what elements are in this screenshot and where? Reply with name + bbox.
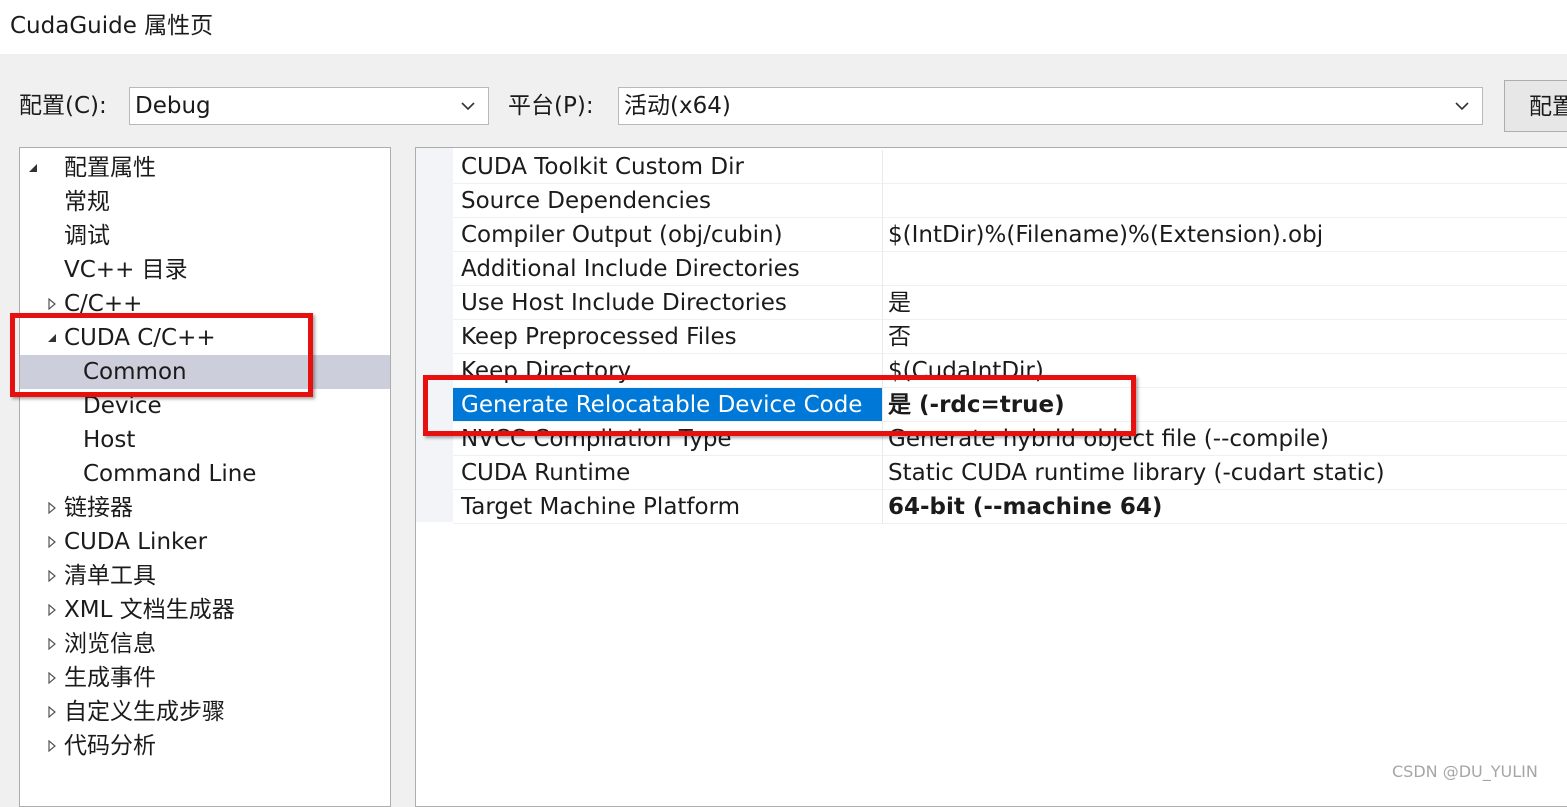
config-manager-button[interactable]: 配置管理器(O)... bbox=[1504, 80, 1567, 132]
tree-item-label: Command Line bbox=[83, 461, 257, 487]
property-name[interactable]: Generate Relocatable Device Code bbox=[453, 388, 883, 422]
tree-item-label: VC++ 目录 bbox=[64, 257, 188, 283]
tree-item-label: 调试 bbox=[64, 223, 110, 249]
property-name[interactable]: Compiler Output (obj/cubin) bbox=[453, 218, 883, 252]
tree-item[interactable]: 清单工具 bbox=[20, 559, 390, 593]
tree-item[interactable]: VC++ 目录 bbox=[20, 253, 390, 287]
window-title: CudaGuide 属性页 bbox=[10, 13, 214, 39]
tree-item-label: 浏览信息 bbox=[64, 631, 156, 657]
property-value[interactable]: 否 bbox=[883, 320, 1567, 354]
platform-dropdown[interactable]: 活动(x64) bbox=[618, 87, 1483, 125]
property-row[interactable]: Source Dependencies bbox=[453, 184, 1567, 218]
chevron-down-icon bbox=[1455, 102, 1469, 111]
property-name[interactable]: Use Host Include Directories bbox=[453, 286, 883, 320]
platform-value: 活动(x64) bbox=[624, 93, 731, 119]
collapsed-arrow-icon[interactable] bbox=[46, 536, 58, 548]
property-value[interactable] bbox=[883, 252, 1567, 286]
property-value[interactable]: Generate hybrid object file (--compile) bbox=[883, 422, 1567, 456]
property-name[interactable]: NVCC Compilation Type bbox=[453, 422, 883, 456]
tree-item-label: Common bbox=[83, 359, 187, 385]
property-value[interactable]: 是 (-rdc=true) bbox=[883, 388, 1567, 422]
tree-item-label: Device bbox=[83, 393, 162, 419]
property-value[interactable]: $(CudaIntDir) bbox=[883, 354, 1567, 388]
tree-item-label: 常规 bbox=[64, 189, 110, 215]
property-name[interactable]: Additional Include Directories bbox=[453, 252, 883, 286]
property-tree: 配置属性常规调试 VC++ 目录 C/C++ CUDA C/C++ Common Devi… bbox=[19, 147, 391, 807]
tree-item-label: Host bbox=[83, 427, 136, 453]
property-row[interactable]: Generate Relocatable Device Code 是 (-rdc=… bbox=[453, 388, 1567, 422]
property-name[interactable]: Source Dependencies bbox=[453, 184, 883, 218]
tree-item-label: 生成事件 bbox=[64, 665, 156, 691]
property-name[interactable]: Target Machine Platform bbox=[453, 490, 883, 524]
collapsed-arrow-icon[interactable] bbox=[46, 570, 58, 582]
tree-item-label: 清单工具 bbox=[64, 563, 156, 589]
tree-item-label: 配置属性 bbox=[64, 155, 156, 181]
tree-item[interactable]: CUDA Linker bbox=[20, 525, 390, 559]
property-name[interactable]: CUDA Runtime bbox=[453, 456, 883, 490]
tree-item[interactable]: 链接器 bbox=[20, 491, 390, 525]
property-name[interactable]: CUDA Toolkit Custom Dir bbox=[453, 150, 883, 184]
collapsed-arrow-icon[interactable] bbox=[46, 298, 58, 310]
grid-gutter bbox=[416, 148, 453, 522]
chevron-down-icon bbox=[461, 102, 475, 111]
property-row[interactable]: CUDA Runtime Static CUDA runtime library … bbox=[453, 456, 1567, 490]
expanded-arrow-icon[interactable] bbox=[27, 162, 39, 174]
property-value[interactable]: $(IntDir)%(Filename)%(Extension).obj bbox=[883, 218, 1567, 252]
tree-item[interactable]: XML 文档生成器 bbox=[20, 593, 390, 627]
title-bar: CudaGuide 属性页 bbox=[0, 0, 1567, 54]
tree-item-label: XML 文档生成器 bbox=[64, 597, 235, 623]
tree-item[interactable]: 配置属性 bbox=[20, 151, 390, 185]
tree-item-label: 代码分析 bbox=[64, 733, 156, 759]
collapsed-arrow-icon[interactable] bbox=[46, 502, 58, 514]
tree-item[interactable]: 常规 bbox=[20, 185, 390, 219]
property-row[interactable]: Compiler Output (obj/cubin) $(IntDir)%(Fi… bbox=[453, 218, 1567, 252]
config-value: Debug bbox=[135, 93, 211, 119]
collapsed-arrow-icon[interactable] bbox=[46, 638, 58, 650]
expanded-arrow-icon[interactable] bbox=[46, 332, 58, 344]
tree-item[interactable]: 自定义生成步骤 bbox=[20, 695, 390, 729]
config-label: 配置(C): bbox=[19, 93, 107, 119]
watermark: CSDN @DU_YULIN bbox=[1392, 762, 1538, 781]
property-value[interactable] bbox=[883, 150, 1567, 184]
property-grid: CUDA Toolkit Custom Dir Source Dependenci… bbox=[415, 147, 1567, 807]
property-name[interactable]: Keep Directory bbox=[453, 354, 883, 388]
tree-item-label: C/C++ bbox=[64, 291, 143, 317]
tree-item[interactable]: 调试 bbox=[20, 219, 390, 253]
tree-item[interactable]: Device bbox=[20, 389, 390, 423]
property-row[interactable]: Use Host Include Directories 是 bbox=[453, 286, 1567, 320]
tree-item-label: 链接器 bbox=[64, 495, 133, 521]
property-value[interactable] bbox=[883, 184, 1567, 218]
property-value[interactable]: 64-bit (--machine 64) bbox=[883, 490, 1567, 524]
config-manager-label: 配置管理器(O)... bbox=[1529, 94, 1567, 120]
platform-label: 平台(P): bbox=[508, 93, 594, 119]
tree-item[interactable]: CUDA C/C++ bbox=[20, 321, 390, 355]
tree-item[interactable]: Command Line bbox=[20, 457, 390, 491]
property-row[interactable]: Keep Preprocessed Files 否 bbox=[453, 320, 1567, 354]
tree-item[interactable]: Common bbox=[20, 355, 390, 389]
tree-item[interactable]: 浏览信息 bbox=[20, 627, 390, 661]
tree-item-label: CUDA C/C++ bbox=[64, 325, 216, 351]
tree-item-label: CUDA Linker bbox=[64, 529, 208, 555]
tree-item[interactable]: 代码分析 bbox=[20, 729, 390, 763]
property-name[interactable]: Keep Preprocessed Files bbox=[453, 320, 883, 354]
tree-item-label: 自定义生成步骤 bbox=[64, 699, 225, 725]
property-row[interactable]: Keep Directory $(CudaIntDir) bbox=[453, 354, 1567, 388]
property-row[interactable]: NVCC Compilation Type Generate hybrid obj… bbox=[453, 422, 1567, 456]
property-value[interactable]: 是 bbox=[883, 286, 1567, 320]
collapsed-arrow-icon[interactable] bbox=[46, 740, 58, 752]
tree-item[interactable]: Host bbox=[20, 423, 390, 457]
collapsed-arrow-icon[interactable] bbox=[46, 706, 58, 718]
property-row[interactable]: Additional Include Directories bbox=[453, 252, 1567, 286]
collapsed-arrow-icon[interactable] bbox=[46, 604, 58, 616]
tree-item[interactable]: C/C++ bbox=[20, 287, 390, 321]
config-dropdown[interactable]: Debug bbox=[129, 87, 489, 125]
property-value[interactable]: Static CUDA runtime library (-cudart sta… bbox=[883, 456, 1567, 490]
collapsed-arrow-icon[interactable] bbox=[46, 672, 58, 684]
property-row[interactable]: Target Machine Platform 64-bit (--machine… bbox=[453, 490, 1567, 524]
tree-item[interactable]: 生成事件 bbox=[20, 661, 390, 695]
property-row[interactable]: CUDA Toolkit Custom Dir bbox=[453, 150, 1567, 184]
